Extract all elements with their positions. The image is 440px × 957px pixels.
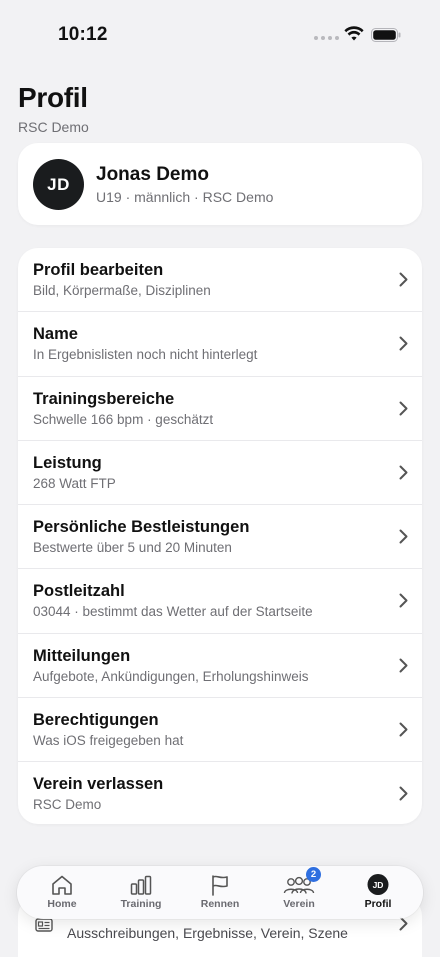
settings-row-leistung[interactable]: Leistung 268 Watt FTP bbox=[18, 441, 422, 506]
settings-row-mitteilungen[interactable]: Mitteilungen Aufgebote, Ankündigungen, E… bbox=[18, 634, 422, 699]
row-subtitle: Schwelle 166 bpm · geschätzt bbox=[33, 411, 214, 427]
profile-card[interactable]: JD Jonas Demo U19 · männlich · RSC Demo bbox=[18, 143, 422, 225]
chevron-right-icon bbox=[399, 272, 408, 287]
row-title: Mitteilungen bbox=[33, 646, 131, 665]
row-title: Profil bearbeiten bbox=[33, 261, 164, 279]
profile-name: Jonas Demo bbox=[96, 164, 209, 185]
chevron-right-icon bbox=[399, 786, 408, 801]
row-title: Leistung bbox=[33, 453, 102, 472]
tab-profil[interactable]: JD Profil bbox=[339, 866, 417, 919]
wifi-icon bbox=[344, 26, 364, 41]
tab-label: Training bbox=[120, 898, 162, 910]
row-subtitle: 03044 · bestimmt das Wetter auf der Star… bbox=[33, 604, 313, 620]
settings-row-profil-bearbeiten[interactable]: Profil bearbeiten Bild, Körpermaße, Disz… bbox=[18, 248, 422, 313]
signal-dots-icon bbox=[314, 36, 339, 40]
settings-row-name[interactable]: Name In Ergebnislisten noch nicht hinter… bbox=[18, 312, 422, 377]
tab-label: Home bbox=[47, 898, 77, 910]
tab-label: Verein bbox=[283, 898, 315, 910]
bar-chart-icon bbox=[130, 875, 152, 895]
row-subtitle: Bestwerte über 5 und 20 Minuten bbox=[33, 540, 232, 556]
chevron-right-icon bbox=[399, 593, 408, 608]
row-subtitle: Aufgebote, Ankündigungen, Erholungshinwe… bbox=[33, 668, 309, 684]
row-title: Persönliche Bestleistungen bbox=[33, 518, 250, 537]
chevron-right-icon bbox=[399, 529, 408, 544]
avatar: JD bbox=[367, 874, 389, 895]
tab-home[interactable]: Home bbox=[23, 866, 101, 919]
page-title: Profil bbox=[18, 82, 88, 113]
row-subtitle: Bild, Körpermaße, Disziplinen bbox=[33, 283, 211, 298]
status-bar: 10:12 bbox=[0, 0, 440, 64]
chevron-right-icon bbox=[399, 658, 408, 673]
row-subtitle: Was iOS freigegeben hat bbox=[33, 733, 184, 749]
tab-training[interactable]: Training bbox=[102, 866, 180, 919]
avatar: JD bbox=[33, 159, 84, 210]
row-title: Berechtigungen bbox=[33, 711, 159, 730]
tab-verein[interactable]: 2 Verein bbox=[260, 866, 338, 919]
document-icon bbox=[35, 918, 53, 932]
row-title: Verein verlassen bbox=[33, 775, 164, 794]
tab-label: Profil bbox=[364, 898, 392, 910]
chevron-right-icon bbox=[399, 465, 408, 480]
row-title: Name bbox=[33, 325, 78, 344]
home-icon bbox=[52, 875, 72, 895]
profile-screen: 10:12 Profil RSC Demo JD Jonas Demo U19 … bbox=[0, 0, 440, 957]
settings-row-berechtigungen[interactable]: Berechtigungen Was iOS freigegeben hat bbox=[18, 698, 422, 763]
chevron-right-icon bbox=[399, 722, 408, 737]
flag-icon bbox=[212, 875, 228, 896]
row-subtitle: Ausschreibungen, Ergebnisse, Verein, Sze… bbox=[67, 925, 348, 941]
tab-bar: Home Training Rennen 2 Verein JD Profil bbox=[17, 866, 423, 919]
chevron-right-icon bbox=[399, 401, 408, 416]
notification-badge: 2 bbox=[306, 867, 321, 882]
battery-icon bbox=[371, 28, 401, 42]
row-title: Postleitzahl bbox=[33, 582, 125, 601]
settings-row-trainingsbereiche[interactable]: Trainingsbereiche Schwelle 166 bpm · ges… bbox=[18, 377, 422, 441]
row-subtitle: RSC Demo bbox=[33, 797, 102, 813]
settings-row-postleitzahl[interactable]: Postleitzahl 03044 · bestimmt das Wetter… bbox=[18, 569, 422, 634]
row-subtitle: 268 Watt FTP bbox=[33, 475, 116, 491]
tab-rennen[interactable]: Rennen bbox=[181, 866, 259, 919]
settings-list: Profil bearbeiten Bild, Körpermaße, Disz… bbox=[18, 248, 422, 824]
row-title: Trainingsbereiche bbox=[33, 389, 175, 408]
tab-label: Rennen bbox=[200, 898, 240, 910]
settings-row-bestleistungen[interactable]: Persönliche Bestleistungen Bestwerte übe… bbox=[18, 505, 422, 570]
profile-meta: U19 · männlich · RSC Demo bbox=[96, 189, 274, 205]
page-subtitle: RSC Demo bbox=[18, 119, 89, 135]
chevron-right-icon bbox=[399, 336, 408, 351]
settings-row-verein-verlassen[interactable]: Verein verlassen RSC Demo bbox=[18, 762, 422, 824]
row-subtitle: In Ergebnislisten noch nicht hinterlegt bbox=[33, 347, 258, 363]
status-time: 10:12 bbox=[58, 24, 108, 45]
